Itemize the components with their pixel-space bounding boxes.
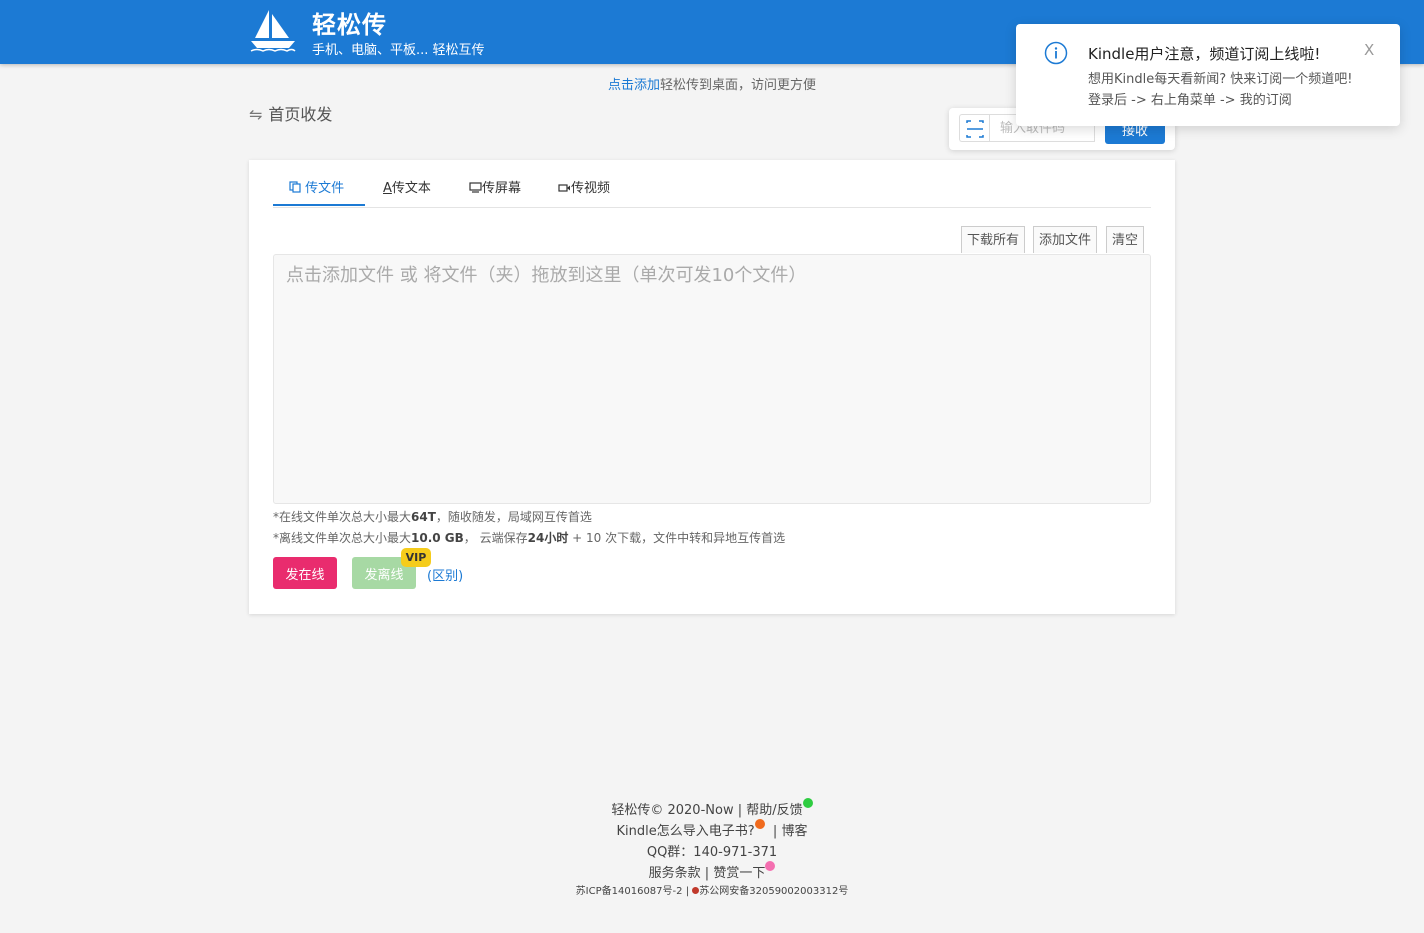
offline-note: *离线文件单次总大小最大10.0 GB， 云端保存24小时 + 10 次下载，文… <box>273 529 785 546</box>
fire-icon <box>754 819 765 829</box>
text-icon: A <box>383 181 392 196</box>
screen-icon <box>469 182 482 193</box>
video-icon <box>558 184 570 192</box>
scan-button[interactable] <box>959 114 989 142</box>
tab-label: 传文本 <box>391 181 431 196</box>
sailboat-logo-icon[interactable] <box>249 8 297 52</box>
online-size: 64T <box>411 510 436 524</box>
tab-bar: 传文件 A传文本 传屏幕 传视频 <box>273 160 1151 208</box>
blog-link[interactable]: 博客 <box>781 824 807 839</box>
transfer-arrows-icon: ⇋ <box>249 105 263 124</box>
tab-label: 传视频 <box>571 181 611 196</box>
donate-link[interactable]: 赞赏一下 <box>713 866 765 881</box>
file-dropzone[interactable]: 点击添加文件 或 将文件（夹）拖放到这里（单次可发10个文件） <box>273 254 1151 504</box>
footer-row-3: QQ群：140-971-371 <box>0 842 1424 863</box>
send-online-button[interactable]: 发在线 <box>273 557 337 589</box>
add-file-button[interactable]: 添加文件 <box>1033 226 1098 253</box>
heart-icon <box>765 861 776 871</box>
tab-send-screen[interactable]: 传屏幕 <box>469 177 521 196</box>
kindle-howto-link[interactable]: Kindle怎么导入电子书? <box>617 824 755 839</box>
footer: 轻松传© 2020-Now | 帮助/反馈 Kindle怎么导入电子书? | 博… <box>0 798 1424 900</box>
info-icon <box>1044 41 1068 65</box>
footer-row-2: Kindle怎么导入电子书? | 博客 <box>0 819 1424 842</box>
tab-send-file[interactable]: 传文件 <box>289 177 344 196</box>
tab-label: 传屏幕 <box>482 181 522 196</box>
footer-row-4: 服务条款 | 赞赏一下 <box>0 861 1424 884</box>
offline-hours: 24小时 <box>527 531 569 545</box>
help-feedback-link[interactable]: 帮助/反馈 <box>746 803 802 818</box>
copyright: 轻松传© 2020-Now <box>611 803 734 818</box>
police-link[interactable]: 苏公网安备32059002003312号 <box>699 886 848 897</box>
qq-group: QQ群：140-971-371 <box>646 845 778 860</box>
files-icon <box>289 181 301 193</box>
download-all-button[interactable]: 下载所有 <box>961 226 1026 253</box>
offline-size: 10.0 GB <box>411 531 464 545</box>
scan-icon <box>966 120 984 138</box>
tab-send-video[interactable]: 传视频 <box>558 177 610 196</box>
toast-title: Kindle用户注意，频道订阅上线啦! <box>1088 45 1321 63</box>
online-note: *在线文件单次总大小最大64T，随收随发，局域网互传首选 <box>273 508 592 525</box>
terms-link[interactable]: 服务条款 <box>649 866 701 881</box>
footer-row-5: 苏ICP备14016087号-2 | 苏公网安备32059002003312号 <box>575 886 849 897</box>
notice-text: 轻松传到桌面，访问更方便 <box>660 78 817 93</box>
online-note-suffix: ，随收随发，局域网互传首选 <box>435 510 592 524</box>
active-tab-indicator <box>273 204 365 206</box>
send-card: 传文件 A传文本 传屏幕 传视频 下载所有 添加文件 清空 点击添加文件 或 将… <box>249 160 1175 614</box>
page-title: ⇋ 首页收发 <box>249 101 332 125</box>
online-note-prefix: *在线文件单次总大小最大 <box>273 510 412 524</box>
footer-row-1: 轻松传© 2020-Now | 帮助/反馈 <box>0 798 1424 821</box>
offline-note-mid: ， 云端保存 <box>463 531 528 545</box>
add-to-desktop-link[interactable]: 点击添加 <box>608 78 660 93</box>
icp-link[interactable]: 苏ICP备14016087号-2 <box>576 886 683 897</box>
offline-note-prefix: *离线文件单次总大小最大 <box>273 531 412 545</box>
dropzone-placeholder: 点击添加文件 或 将文件（夹）拖放到这里（单次可发10个文件） <box>286 265 807 286</box>
help-badge-icon <box>802 798 813 808</box>
brand-title[interactable]: 轻松传 <box>312 5 387 40</box>
close-icon[interactable]: X <box>1364 41 1374 59</box>
offline-note-suffix: + 10 次下载，文件中转和异地互传首选 <box>568 531 786 545</box>
difference-link[interactable]: (区别) <box>427 565 463 584</box>
kindle-toast: Kindle用户注意，频道订阅上线啦! X 想用Kindle每天看新闻? 快来订… <box>1016 24 1400 126</box>
clear-button[interactable]: 清空 <box>1106 226 1145 253</box>
toast-body: 想用Kindle每天看新闻? 快来订阅一个频道吧! 登录后 -> 右上角菜单 -… <box>1088 72 1353 108</box>
tab-label: 传文件 <box>305 181 345 196</box>
tab-send-text[interactable]: A传文本 <box>383 177 431 196</box>
brand-subtitle: 手机、电脑、平板... 轻松互传 <box>312 43 485 58</box>
page-title-text: 首页收发 <box>268 105 333 124</box>
